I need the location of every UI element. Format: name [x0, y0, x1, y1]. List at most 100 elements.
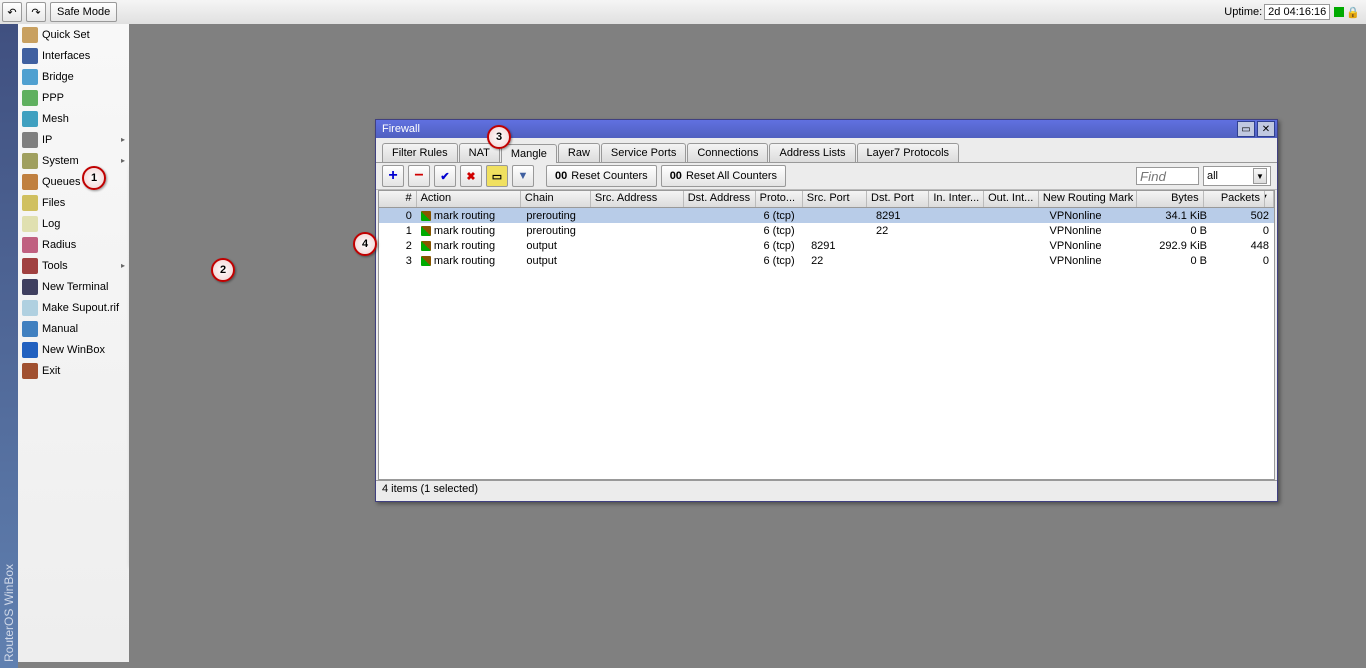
sidebar-item-manual[interactable]: Manual	[18, 318, 129, 339]
menu-icon	[22, 174, 38, 190]
tab-raw[interactable]: Raw	[558, 143, 600, 162]
table-cell: 22	[872, 225, 935, 237]
table-row[interactable]: 1mark routingprerouting 6 (tcp) 22 VPNonlin…	[379, 223, 1274, 238]
sidebar-item-tools[interactable]: Tools▸	[18, 255, 129, 276]
table-cell: 0	[1212, 255, 1274, 267]
table-row[interactable]: 0mark routingprerouting6 (tcp)8291VPNonl…	[379, 208, 1274, 223]
menu-icon	[22, 258, 38, 274]
add-button[interactable]: +	[382, 165, 404, 187]
tab-address-lists[interactable]: Address Lists	[769, 143, 855, 162]
column-header[interactable]: In. Inter...	[929, 191, 984, 207]
column-header[interactable]: Packets	[1204, 191, 1265, 207]
safe-mode-button[interactable]: Safe Mode	[50, 2, 117, 22]
sidebar-item-mesh[interactable]: Mesh	[18, 108, 129, 129]
sidebar-item-label: Manual	[42, 323, 78, 335]
sidebar-item-exit[interactable]: Exit	[18, 360, 129, 381]
sidebar-item-queues[interactable]: Queues	[18, 171, 129, 192]
tab-service-ports[interactable]: Service Ports	[601, 143, 686, 162]
sidebar: Quick SetInterfacesBridgePPPMeshIP▸Syste…	[18, 24, 130, 662]
sidebar-item-interfaces[interactable]: Interfaces	[18, 45, 129, 66]
sidebar-item-new-terminal[interactable]: New Terminal	[18, 276, 129, 297]
column-menu-button[interactable]: ▼	[1265, 191, 1274, 207]
sidebar-item-bridge[interactable]: Bridge	[18, 66, 129, 87]
column-header[interactable]: Proto...	[756, 191, 803, 207]
column-header[interactable]: #	[379, 191, 417, 207]
table-cell: 0	[1212, 225, 1274, 237]
chevron-right-icon: ▸	[121, 261, 125, 270]
uptime-label: Uptime:	[1224, 6, 1262, 18]
table-cell: 2	[379, 240, 417, 252]
sidebar-item-system[interactable]: System▸	[18, 150, 129, 171]
annotation-2: 2	[211, 258, 235, 282]
table-cell: mark routing	[417, 210, 522, 222]
sidebar-item-radius[interactable]: Radius	[18, 234, 129, 255]
reset-counters-button[interactable]: 00Reset Counters	[546, 165, 657, 187]
table-cell: VPNonline	[1046, 225, 1146, 237]
column-header[interactable]: Dst. Port	[867, 191, 929, 207]
annotation-1: 1	[82, 166, 106, 190]
sidebar-item-files[interactable]: Files	[18, 192, 129, 213]
sidebar-item-new-winbox[interactable]: New WinBox	[18, 339, 129, 360]
sidebar-item-quick-set[interactable]: Quick Set	[18, 24, 129, 45]
table-cell: 8291	[807, 240, 872, 252]
comment-button[interactable]: ▭	[486, 165, 508, 187]
column-header[interactable]: Dst. Address	[684, 191, 756, 207]
sidebar-item-ip[interactable]: IP▸	[18, 129, 129, 150]
sidebar-item-ppp[interactable]: PPP	[18, 87, 129, 108]
close-button[interactable]: ✕	[1257, 121, 1275, 137]
sidebar-item-log[interactable]: Log	[18, 213, 129, 234]
window-titlebar[interactable]: Firewall ▭ ✕	[376, 120, 1277, 138]
pencil-icon	[421, 226, 431, 236]
table-cell: 34.1 KiB	[1145, 210, 1212, 222]
menu-icon	[22, 342, 38, 358]
table-cell: prerouting	[522, 225, 593, 237]
table-cell: 292.9 KiB	[1145, 240, 1212, 252]
menu-icon	[22, 153, 38, 169]
table-row[interactable]: 3mark routingoutput6 (tcp)22VPNonline0 B…	[379, 253, 1274, 268]
status-bar: 4 items (1 selected)	[376, 480, 1277, 501]
find-input[interactable]	[1136, 167, 1199, 185]
tab-layer7-protocols[interactable]: Layer7 Protocols	[857, 143, 960, 162]
reset-all-counters-button[interactable]: 00Reset All Counters	[661, 165, 786, 187]
table-header: #ActionChainSrc. AddressDst. AddressProt…	[379, 191, 1274, 208]
undo-button[interactable]: ↶	[2, 2, 22, 22]
remove-button[interactable]: −	[408, 165, 430, 187]
menu-icon	[22, 132, 38, 148]
column-header[interactable]: Bytes	[1137, 191, 1203, 207]
column-header[interactable]: Out. Int...	[984, 191, 1039, 207]
column-header[interactable]: New Routing Mark	[1039, 191, 1138, 207]
menu-icon	[22, 216, 38, 232]
table-cell: 1	[379, 225, 417, 237]
chevron-right-icon: ▸	[121, 156, 125, 165]
column-header[interactable]: Src. Address	[591, 191, 684, 207]
table-cell: mark routing	[417, 240, 522, 252]
column-header[interactable]: Chain	[521, 191, 591, 207]
table-cell: VPNonline	[1046, 240, 1146, 252]
tab-connections[interactable]: Connections	[687, 143, 768, 162]
menu-icon	[22, 237, 38, 253]
pencil-icon	[421, 241, 431, 251]
table-cell: 6 (tcp)	[760, 210, 808, 222]
filter-button[interactable]: ▼	[512, 165, 534, 187]
table-cell: mark routing	[417, 225, 522, 237]
sidebar-item-make-supout-rif[interactable]: Make Supout.rif	[18, 297, 129, 318]
minimize-button[interactable]: ▭	[1237, 121, 1255, 137]
table-row[interactable]: 2mark routingoutput6 (tcp)8291VPNonline2…	[379, 238, 1274, 253]
column-header[interactable]: Src. Port	[803, 191, 867, 207]
table-cell: 0	[379, 210, 417, 222]
window-tabs: Filter RulesNATMangleRawService PortsCon…	[376, 138, 1277, 162]
filter-dropdown[interactable]: all ▼	[1203, 166, 1271, 186]
column-header[interactable]: Action	[417, 191, 521, 207]
enable-button[interactable]: ✔	[434, 165, 456, 187]
sidebar-item-label: Queues	[42, 176, 81, 188]
menu-icon	[22, 48, 38, 64]
table-cell: 6 (tcp)	[760, 225, 808, 237]
disable-button[interactable]: ✖	[460, 165, 482, 187]
menu-icon	[22, 111, 38, 127]
tab-mangle[interactable]: Mangle	[501, 144, 557, 163]
annotation-3: 3	[487, 125, 511, 149]
pencil-icon	[421, 256, 431, 266]
tab-filter-rules[interactable]: Filter Rules	[382, 143, 458, 162]
window-title: Firewall	[382, 123, 420, 135]
redo-button[interactable]: ↷	[26, 2, 46, 22]
